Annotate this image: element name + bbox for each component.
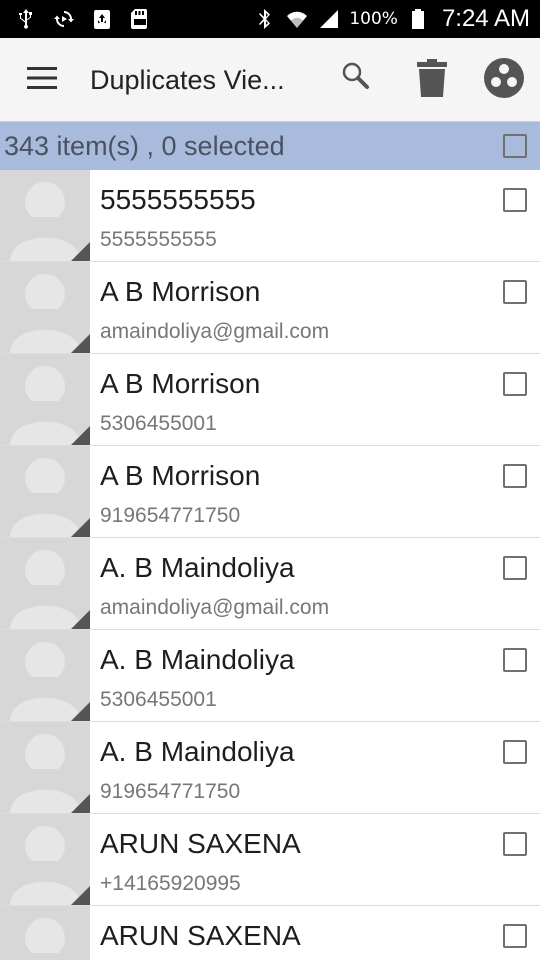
row-checkbox[interactable]	[503, 832, 527, 856]
list-item[interactable]: 5555555555 5555555555	[0, 170, 540, 262]
list-item[interactable]: ARUN SAXENA	[0, 906, 540, 960]
usb-icon	[14, 7, 38, 31]
avatar	[0, 262, 90, 353]
status-bar: 100% 7:24 AM	[0, 0, 540, 38]
contact-name: A. B Maindoliya	[100, 552, 295, 583]
status-left-icons	[14, 0, 152, 38]
contact-name: ARUN SAXENA	[100, 920, 301, 951]
avatar	[0, 814, 90, 905]
merge-icon	[484, 58, 524, 102]
contact-detail: 5555555555	[100, 228, 217, 251]
selection-summary-text: 343 item(s) , 0 selected	[4, 131, 285, 161]
sync-icon	[52, 7, 76, 31]
list-item[interactable]: A B Morrison 5306455001	[0, 354, 540, 446]
list-item[interactable]: A B Morrison 919654771750	[0, 446, 540, 538]
contact-name: A B Morrison	[100, 276, 261, 307]
list-item[interactable]: ARUN SAXENA +14165920995	[0, 814, 540, 906]
trash-icon	[417, 59, 447, 101]
selection-summary-bar: 343 item(s) , 0 selected	[0, 122, 540, 170]
wifi-icon	[285, 7, 309, 31]
screen: 100% 7:24 AM Duplicates Vie... 343 item(…	[0, 0, 540, 960]
contact-detail: 919654771750	[100, 780, 241, 803]
merge-button[interactable]	[482, 58, 526, 102]
action-bar: Duplicates Vie...	[0, 38, 540, 122]
avatar	[0, 446, 90, 537]
list-item[interactable]: A B Morrison amaindoliya@gmail.com	[0, 262, 540, 354]
contact-detail: 919654771750	[100, 504, 241, 527]
select-all-checkbox[interactable]	[503, 134, 527, 158]
contact-detail: +14165920995	[100, 872, 241, 895]
navigation-menu-button[interactable]	[22, 60, 62, 100]
page-title: Duplicates Vie...	[90, 65, 285, 95]
row-checkbox[interactable]	[503, 556, 527, 580]
delete-button[interactable]	[410, 58, 454, 102]
search-button[interactable]	[336, 58, 376, 98]
contact-detail: amaindoliya@gmail.com	[100, 320, 330, 343]
contact-name: A B Morrison	[100, 368, 261, 399]
contact-detail: amaindoliya@gmail.com	[100, 596, 330, 619]
recycle-icon	[90, 7, 114, 31]
avatar	[0, 906, 90, 960]
avatar	[0, 354, 90, 445]
row-checkbox[interactable]	[503, 280, 527, 304]
contact-list: 5555555555 5555555555 A B Morrison amain…	[0, 170, 540, 960]
clock: 7:24 AM	[441, 5, 530, 32]
contact-name: A B Morrison	[100, 460, 261, 491]
contact-name: A. B Maindoliya	[100, 644, 295, 675]
avatar	[0, 630, 90, 721]
status-right-icons: 100% 7:24 AM	[253, 0, 530, 38]
hamburger-menu-icon	[27, 67, 57, 93]
search-icon	[341, 61, 371, 95]
battery-percent: 100%	[349, 9, 398, 29]
list-item[interactable]: A. B Maindoliya amaindoliya@gmail.com	[0, 538, 540, 630]
contact-name: ARUN SAXENA	[100, 828, 301, 859]
row-checkbox[interactable]	[503, 372, 527, 396]
row-checkbox[interactable]	[503, 464, 527, 488]
avatar	[0, 170, 90, 261]
row-checkbox[interactable]	[503, 740, 527, 764]
list-item[interactable]: A. B Maindoliya 5306455001	[0, 630, 540, 722]
signal-icon	[317, 7, 341, 31]
avatar	[0, 538, 90, 629]
list-item[interactable]: A. B Maindoliya 919654771750	[0, 722, 540, 814]
row-checkbox[interactable]	[503, 924, 527, 948]
battery-icon	[406, 7, 430, 31]
contact-name: 5555555555	[100, 184, 256, 215]
contact-name: A. B Maindoliya	[100, 736, 295, 767]
sd-card-icon	[128, 7, 152, 31]
bluetooth-icon	[253, 7, 277, 31]
contact-detail: 5306455001	[100, 688, 217, 711]
contact-detail: 5306455001	[100, 412, 217, 435]
row-checkbox[interactable]	[503, 648, 527, 672]
row-checkbox[interactable]	[503, 188, 527, 212]
avatar	[0, 722, 90, 813]
